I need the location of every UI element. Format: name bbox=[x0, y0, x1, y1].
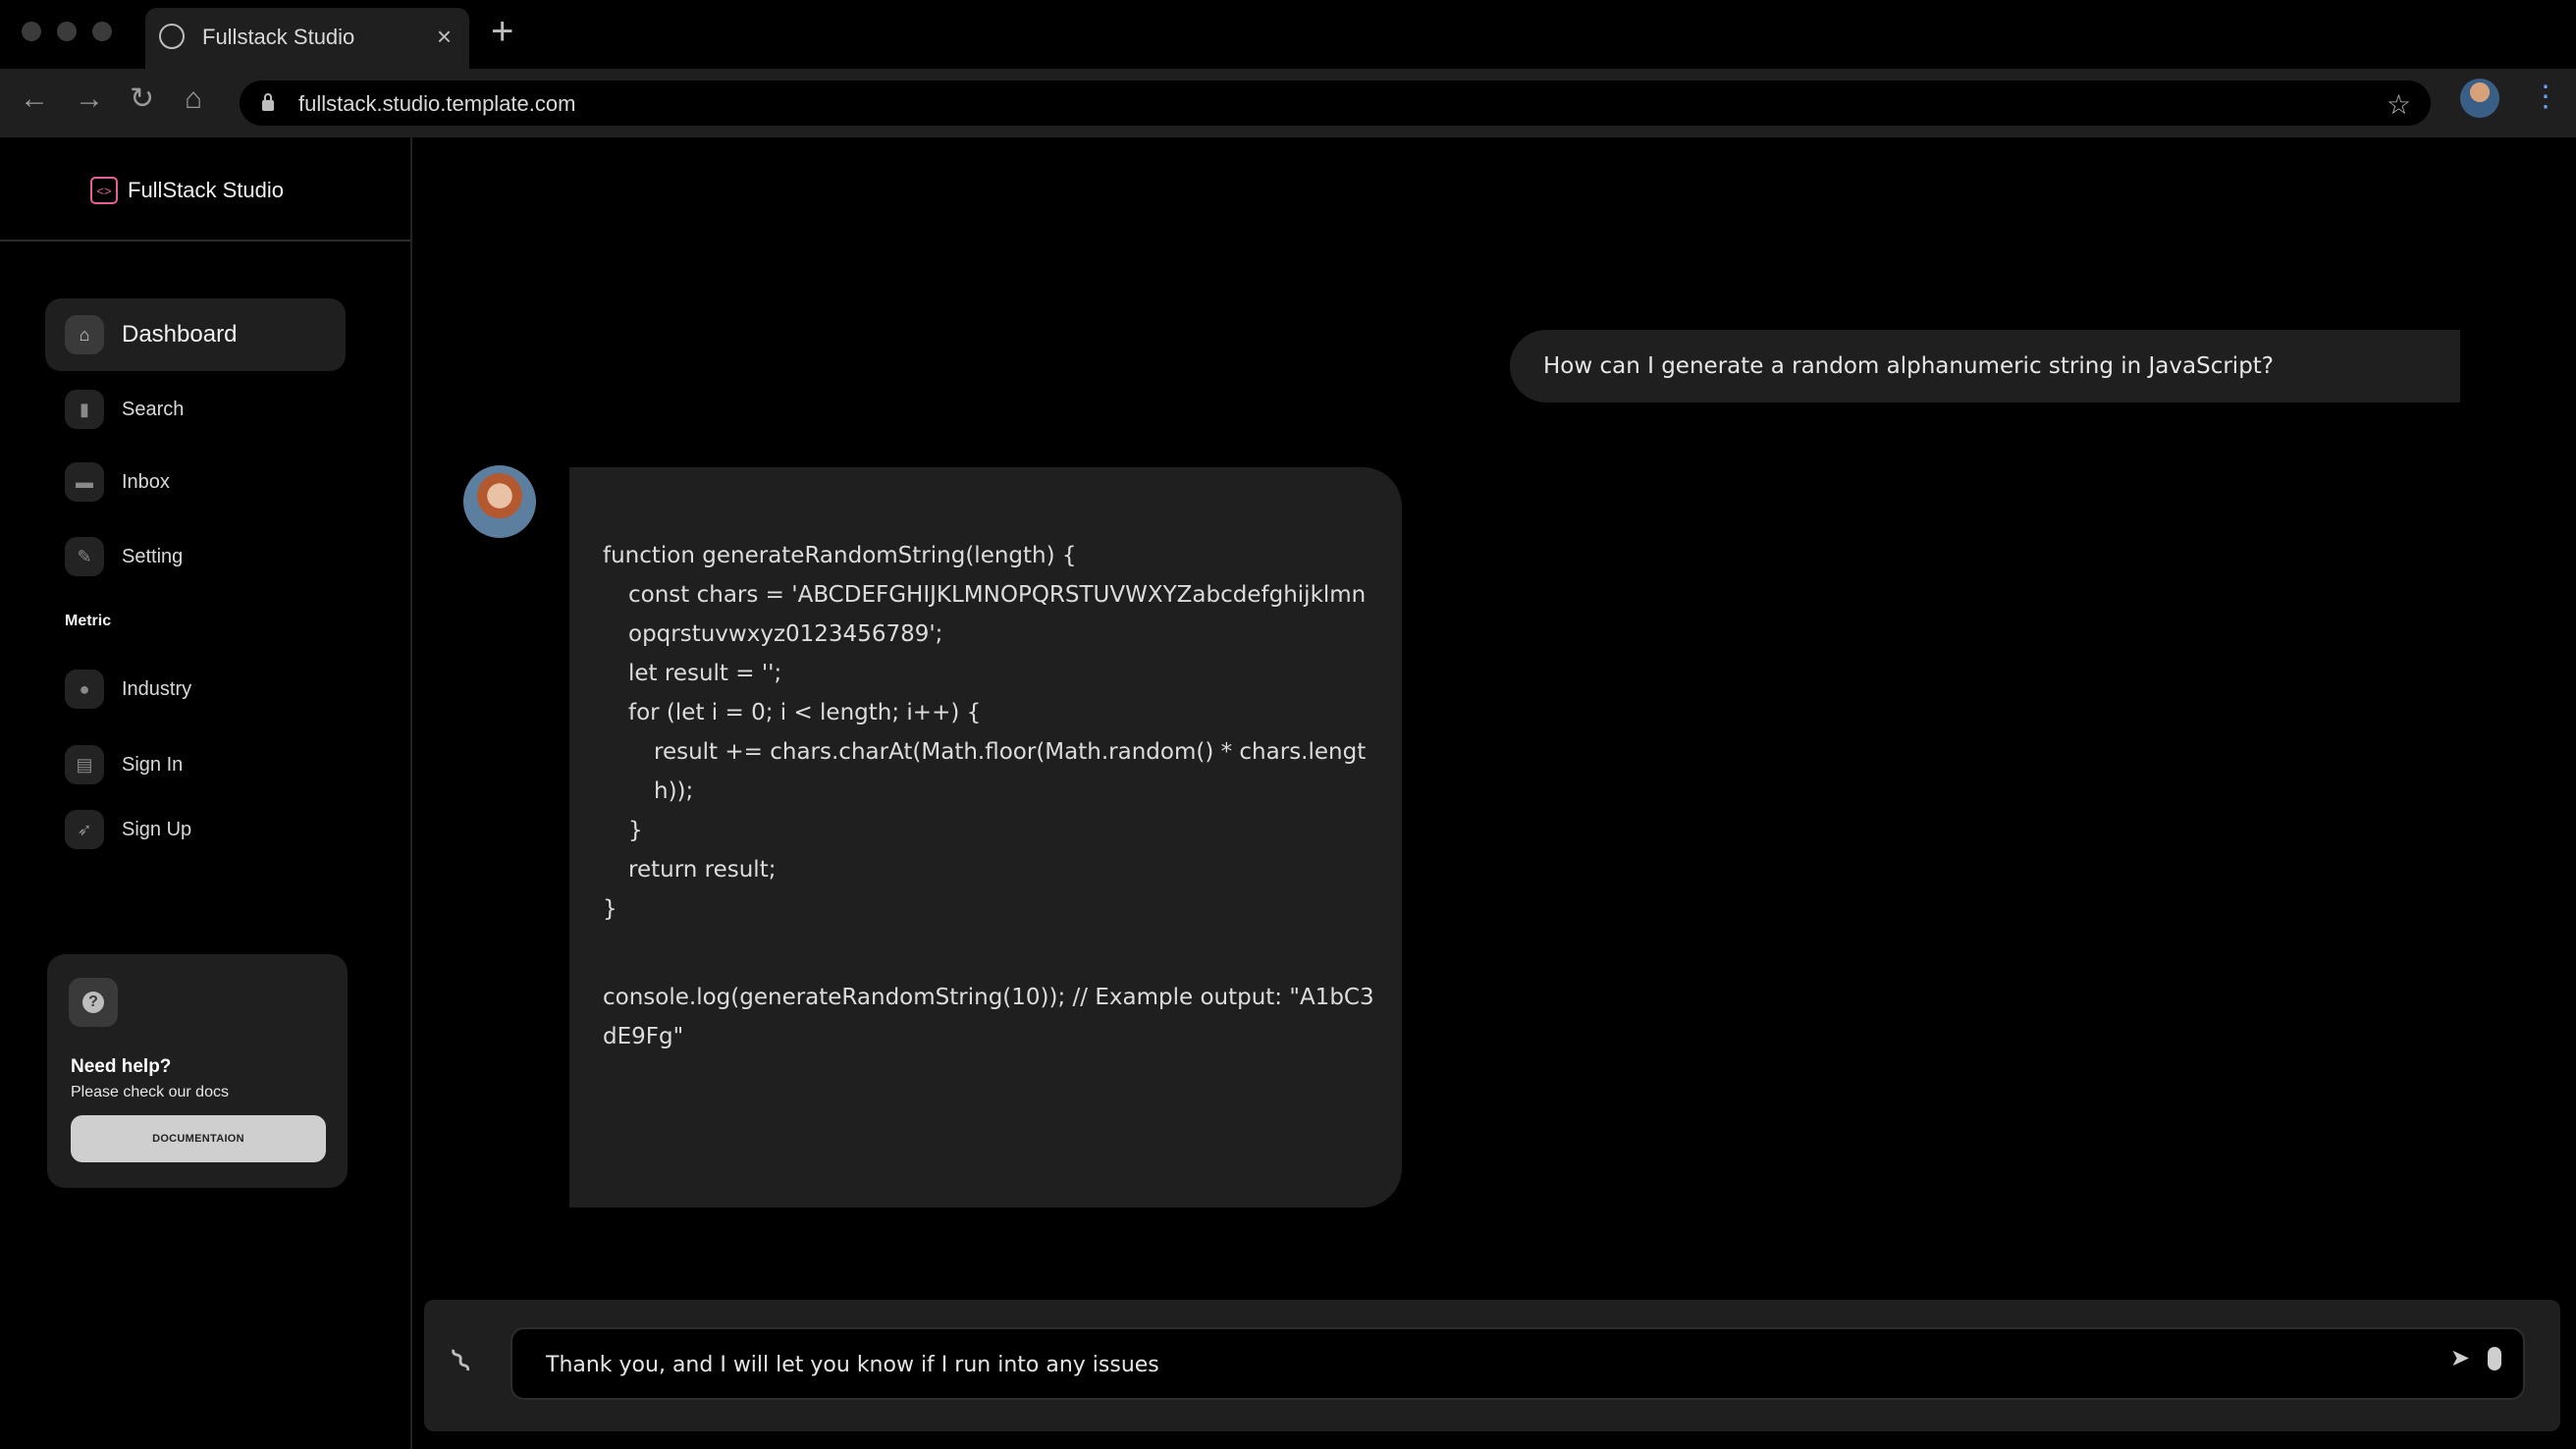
sidebar-item-inbox[interactable]: ▬ Inbox bbox=[45, 446, 346, 518]
documentation-button[interactable]: DOCUMENTAION bbox=[71, 1115, 326, 1162]
browser-tab-bar: Fullstack Studio × + bbox=[0, 0, 2576, 69]
window-close-dot[interactable] bbox=[22, 22, 41, 41]
message-composer: ⌇ ➤ bbox=[424, 1300, 2560, 1431]
rocket-icon: ➶ bbox=[65, 810, 104, 849]
user-message-bubble: How can I generate a random alphanumeric… bbox=[1510, 330, 2460, 402]
sidebar-item-label: Sign In bbox=[122, 753, 184, 776]
browser-toolbar: ← → ↻ ⌂ fullstack.studio.template.com ☆ … bbox=[0, 69, 2576, 137]
sidebar-item-label: Dashboard bbox=[122, 321, 238, 348]
url-text: fullstack.studio.template.com bbox=[298, 91, 576, 116]
code-line: function generateRandomString(length) { bbox=[603, 543, 1077, 568]
browser-menu-icon[interactable]: ⋮ bbox=[2531, 82, 2560, 112]
sidebar-item-sign-up[interactable]: ➶ Sign Up bbox=[45, 793, 346, 866]
code-line: return result; bbox=[628, 857, 777, 883]
address-bar[interactable]: fullstack.studio.template.com ☆ bbox=[240, 80, 2431, 126]
forward-icon[interactable]: → bbox=[75, 84, 104, 114]
sidebar-item-label: Inbox bbox=[122, 470, 170, 493]
home-icon: ⌂ bbox=[65, 315, 104, 354]
sidebar-item-setting[interactable]: ✎ Setting bbox=[45, 520, 346, 593]
globe-icon bbox=[159, 24, 185, 49]
paperclip-icon[interactable]: ⌇ bbox=[445, 1342, 479, 1382]
code-spacer bbox=[603, 929, 1378, 978]
code-line: result += chars.charAt(Math.floor(Math.r… bbox=[654, 739, 1367, 804]
person-icon: ● bbox=[65, 670, 104, 709]
microphone-icon[interactable] bbox=[2488, 1347, 2501, 1370]
code-line: for (let i = 0; i < length; i++) { bbox=[628, 700, 982, 725]
send-icon[interactable]: ➤ bbox=[2450, 1347, 2470, 1370]
sidebar-item-search[interactable]: ▮ Search bbox=[45, 373, 346, 446]
back-icon[interactable]: ← bbox=[20, 84, 49, 114]
profile-avatar[interactable] bbox=[2460, 79, 2499, 118]
divider bbox=[0, 240, 410, 242]
sidebar: <> FullStack Studio ⌂ Dashboard ▮ Search… bbox=[0, 137, 412, 1449]
bookmark-star-icon[interactable]: ☆ bbox=[2387, 88, 2411, 121]
sidebar-item-label: Search bbox=[122, 398, 185, 420]
code-logo-icon: <> bbox=[90, 177, 118, 204]
sidebar-item-sign-in[interactable]: ▤ Sign In bbox=[45, 728, 346, 801]
sidebar-item-label: Industry bbox=[122, 677, 192, 700]
bar-chart-icon: ▮ bbox=[65, 390, 104, 429]
help-subtitle: Please check our docs bbox=[71, 1084, 229, 1100]
sidebar-item-dashboard[interactable]: ⌂ Dashboard bbox=[45, 298, 346, 371]
tab-title: Fullstack Studio bbox=[202, 25, 355, 49]
code-line: } bbox=[628, 818, 643, 843]
sidebar-item-industry[interactable]: ● Industry bbox=[45, 653, 346, 725]
brand-name: FullStack Studio bbox=[128, 178, 284, 202]
sidebar-item-label: Setting bbox=[122, 545, 184, 567]
lock-icon bbox=[262, 93, 274, 111]
help-title: Need help? bbox=[71, 1056, 172, 1077]
home-nav-icon[interactable]: ⌂ bbox=[185, 84, 202, 114]
section-label-metric: Metric bbox=[65, 613, 112, 629]
code-block: function generateRandomString(length) { … bbox=[603, 536, 1378, 1056]
user-message-text: How can I generate a random alphanumeric… bbox=[1543, 353, 2275, 379]
assistant-message-bubble: function generateRandomString(length) { … bbox=[569, 467, 1402, 1208]
help-card: ? Need help? Please check our docs DOCUM… bbox=[47, 954, 348, 1188]
window-zoom-dot[interactable] bbox=[92, 22, 112, 41]
code-line: } bbox=[603, 896, 617, 922]
credit-card-icon: ▬ bbox=[65, 462, 104, 502]
document-icon: ▤ bbox=[65, 745, 104, 784]
browser-tab[interactable]: Fullstack Studio × bbox=[145, 8, 469, 69]
code-line: let result = ''; bbox=[628, 661, 782, 686]
sidebar-item-label: Sign Up bbox=[122, 818, 192, 840]
wrench-icon: ✎ bbox=[65, 537, 104, 576]
reload-icon[interactable]: ↻ bbox=[130, 84, 154, 114]
new-tab-icon[interactable]: + bbox=[491, 12, 513, 51]
tab-close-icon[interactable]: × bbox=[437, 22, 452, 52]
brand[interactable]: <> FullStack Studio bbox=[90, 177, 284, 204]
message-input[interactable] bbox=[544, 1347, 2413, 1382]
message-input-box[interactable]: ➤ bbox=[510, 1327, 2525, 1400]
code-line: console.log(generateRandomString(10)); /… bbox=[603, 985, 1374, 1049]
help-question-icon: ? bbox=[69, 978, 118, 1027]
assistant-avatar bbox=[463, 465, 536, 538]
window-minimize-dot[interactable] bbox=[57, 22, 77, 41]
code-line: const chars = 'ABCDEFGHIJKLMNOPQRSTUVWXY… bbox=[628, 582, 1367, 647]
